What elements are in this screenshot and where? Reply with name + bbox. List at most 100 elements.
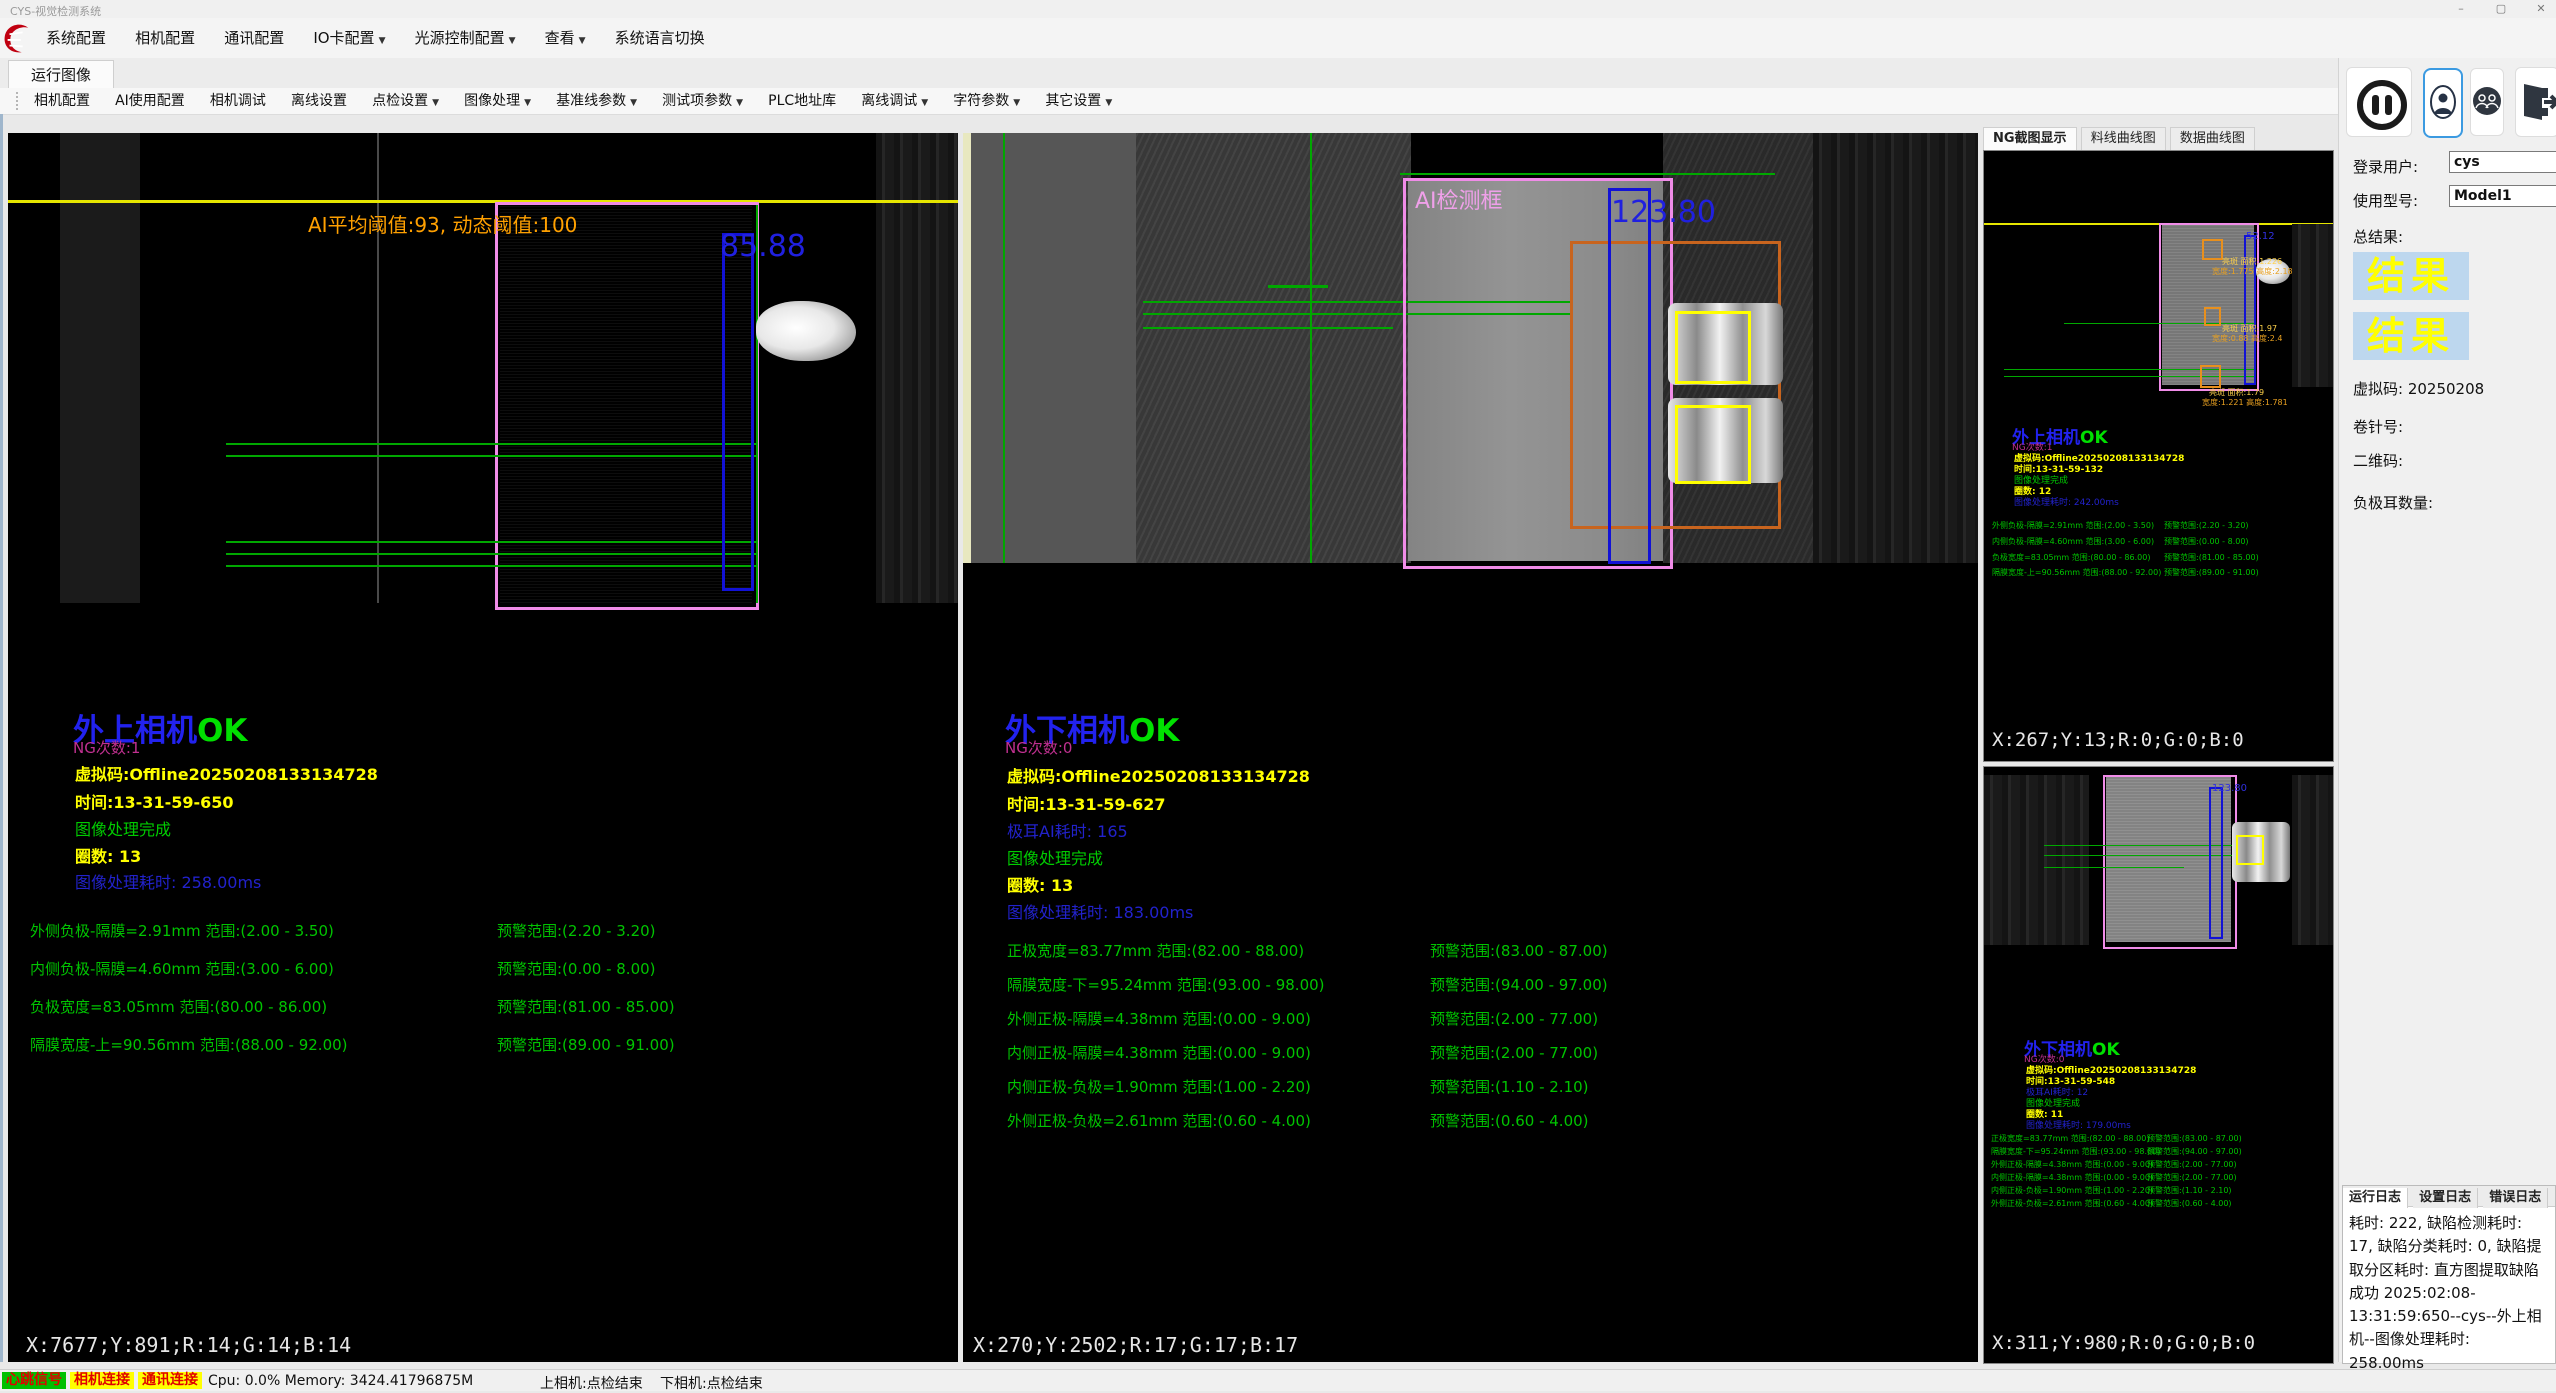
- measure-green-line: [226, 565, 756, 567]
- measurement-row: 隔膜宽度-上=90.56mm 范围:(88.00 - 92.00): [30, 1034, 348, 1055]
- defect-yellow-box: [1675, 405, 1751, 484]
- tool-camera-debug[interactable]: 相机调试: [200, 88, 276, 114]
- log-panel: 运行日志 设置日志 错误日志 耗时: 222, 缺陷检测耗时: 17, 缺陷分类…: [2342, 1185, 2556, 1364]
- image-roller-zone: [1813, 133, 1978, 563]
- menu-camera-config[interactable]: 相机配置: [123, 18, 207, 58]
- tool-spot-check[interactable]: 点检设置▼: [362, 88, 449, 114]
- exit-door-icon: [2520, 82, 2556, 122]
- warn-range: 预警范围:(2.00 - 77.00): [2147, 1172, 2237, 1183]
- measurement-row: 隔膜宽度-下=95.24mm 范围:(93.00 - 98.00): [1007, 974, 1325, 995]
- model-field[interactable]: Model1: [2449, 185, 2556, 207]
- roi-orange-box: [1570, 241, 1781, 529]
- defect-yellow-box: [1675, 311, 1751, 384]
- toolbar-items: 相机配置 AI使用配置 相机调试 离线设置 点检设置▼ 图像处理▼ 基准线参数▼…: [24, 88, 1122, 114]
- menu-system-config[interactable]: 系统配置: [34, 18, 118, 58]
- total-result-label: 总结果:: [2353, 226, 2403, 247]
- app-logo-icon: [2, 21, 32, 55]
- process-elapsed: 图像处理耗时: 183.00ms: [1007, 899, 1193, 923]
- tool-camera-config[interactable]: 相机配置: [24, 88, 100, 114]
- defect-box: [2202, 239, 2223, 260]
- process-elapsed: 图像处理耗时: 242.00ms: [2014, 495, 2119, 508]
- warn-range: 预警范围:(2.00 - 77.00): [1430, 1008, 1598, 1029]
- chevron-down-icon: ▼: [509, 36, 516, 46]
- measurement-row: 内侧正极-隔膜=4.38mm 范围:(0.00 - 9.00): [1007, 1042, 1311, 1063]
- warn-range: 预警范围:(94.00 - 97.00): [1430, 974, 1608, 995]
- tool-offline-setting[interactable]: 离线设置: [281, 88, 357, 114]
- menu-view[interactable]: 查看▼: [533, 18, 598, 58]
- tab-data-curve[interactable]: 数据曲线图: [2170, 127, 2255, 150]
- tool-image-process[interactable]: 图像处理▼: [454, 88, 541, 114]
- image-dark-band: [876, 133, 958, 603]
- chevron-down-icon: ▼: [921, 98, 928, 108]
- warn-range: 预警范围:(81.00 - 85.00): [497, 996, 675, 1017]
- tool-char-params[interactable]: 字符参数▼: [943, 88, 1030, 114]
- result-badge-upper: 结果: [2353, 252, 2469, 300]
- chevron-down-icon: ▼: [1105, 98, 1112, 108]
- status-bar: 心跳信号 相机连接 通讯连接 Cpu: 0.0% Memory: 3424.41…: [0, 1369, 2556, 1391]
- measure-green-line: [226, 443, 756, 445]
- tool-ai-use-config[interactable]: AI使用配置: [105, 88, 195, 114]
- measure-green-line: [1143, 327, 1393, 329]
- measurement-row: 内侧负极-隔膜=4.60mm 范围:(3.00 - 6.00): [1992, 536, 2154, 547]
- pause-icon: [2357, 80, 2407, 130]
- menu-comm-config[interactable]: 通讯配置: [212, 18, 296, 58]
- measure-blue-box: [2209, 787, 2223, 939]
- tab-run-log[interactable]: 运行日志: [2343, 1188, 2408, 1208]
- warn-range: 预警范围:(89.00 - 91.00): [2164, 567, 2259, 578]
- measurement-row: 内侧正极-负极=1.90mm 范围:(1.00 - 2.20): [1007, 1076, 1311, 1097]
- image-gray-zone: [971, 133, 1136, 563]
- measurement-row: 外侧负极-隔膜=2.91mm 范围:(2.00 - 3.50): [30, 920, 334, 941]
- tool-plc-address[interactable]: PLC地址库: [758, 88, 846, 114]
- login-user-field[interactable]: cys: [2449, 151, 2556, 173]
- measurement-row: 正极宽度=83.77mm 范围:(82.00 - 88.00): [1007, 940, 1304, 961]
- measure-green-line: [1268, 285, 1328, 288]
- capture-time: 时间:13-31-59-650: [75, 789, 234, 813]
- tool-other-settings[interactable]: 其它设置▼: [1035, 88, 1122, 114]
- log-text[interactable]: 耗时: 222, 缺陷检测耗时: 17, 缺陷分类耗时: 0, 缺陷提取分区耗时…: [2349, 1212, 2549, 1375]
- user-group-button[interactable]: [2470, 68, 2504, 136]
- warn-range: 预警范围:(0.60 - 4.00): [1430, 1110, 1589, 1131]
- ng-view-tabs: NG截图显示 料线曲线图 数据曲线图: [1983, 127, 2255, 150]
- tab-error-log[interactable]: 错误日志: [2483, 1188, 2548, 1208]
- tab-run-image[interactable]: 运行图像: [8, 60, 114, 89]
- chevron-down-icon: ▼: [432, 98, 439, 108]
- ng-preview-lower[interactable]: 123.80 外下相机OK NG次数:0 虚拟码:Offline20250208…: [1983, 766, 2334, 1364]
- tab-line-curve[interactable]: 料线曲线图: [2081, 127, 2166, 150]
- menu-io-card-config[interactable]: IO卡配置▼: [301, 18, 397, 58]
- warn-range: 预警范围:(94.00 - 97.00): [2147, 1146, 2242, 1157]
- tool-offline-debug[interactable]: 离线调试▼: [851, 88, 938, 114]
- minimize-button[interactable]: –: [2446, 1, 2476, 16]
- tool-test-params[interactable]: 测试项参数▼: [652, 88, 753, 114]
- exit-logout-button[interactable]: [2515, 67, 2556, 137]
- close-button[interactable]: ✕: [2526, 1, 2556, 16]
- title-bar: CYS-视觉检测系统 – ▢ ✕: [0, 0, 2556, 18]
- measure-green-line: [226, 541, 756, 543]
- process-done: 图像处理完成: [1007, 845, 1103, 869]
- menu-light-control-config[interactable]: 光源控制配置▼: [403, 18, 528, 58]
- user-login-button[interactable]: [2423, 68, 2463, 138]
- lower-camera-panel[interactable]: AI检测框 123.80 外下相机OK NG次数:0 虚拟码:Offline20…: [963, 133, 1978, 1362]
- menu-language-switch[interactable]: 系统语言切换: [603, 18, 717, 58]
- measure-blue-box: [722, 233, 754, 591]
- tab-settings-log[interactable]: 设置日志: [2413, 1188, 2478, 1208]
- ng-preview-upper[interactable]: 亮斑 面积:1.226 宽度:1.775 高度:2.18 亮斑 面积:1.97 …: [1983, 150, 2334, 762]
- capture-time: 时间:13-31-59-627: [1007, 791, 1166, 815]
- tab-ng-screenshot[interactable]: NG截图显示: [1983, 127, 2077, 150]
- warn-range: 预警范围:(2.20 - 3.20): [2164, 520, 2249, 531]
- lower-camera-status: 下相机:点检结束: [660, 1373, 763, 1393]
- measurement-row: 负极宽度=83.05mm 范围:(80.00 - 86.00): [30, 996, 327, 1017]
- defect-label: 宽度:1.775 高度:2.18: [2212, 266, 2293, 277]
- measurement-row: 内侧正极-隔膜=4.38mm 范围:(0.00 - 9.00): [1991, 1172, 2153, 1183]
- warn-range: 预警范围:(89.00 - 91.00): [497, 1034, 675, 1055]
- toolbar-grip-handle[interactable]: [16, 92, 21, 110]
- pause-button[interactable]: [2346, 67, 2412, 137]
- edge-green-line: [1003, 133, 1005, 563]
- chevron-down-icon: ▼: [630, 98, 637, 108]
- maximize-button[interactable]: ▢: [2486, 1, 2516, 16]
- tool-baseline-params[interactable]: 基准线参数▼: [546, 88, 647, 114]
- upper-camera-panel[interactable]: AI平均阈值:93, 动态阈值:100 85.88 外上相机OK NG次数:1 …: [8, 133, 958, 1362]
- ng-count: NG次数:1: [73, 737, 140, 758]
- loop-count: 圈数: 13: [1007, 872, 1073, 896]
- image-bright-edge: [963, 133, 971, 563]
- chevron-down-icon: ▼: [1013, 98, 1020, 108]
